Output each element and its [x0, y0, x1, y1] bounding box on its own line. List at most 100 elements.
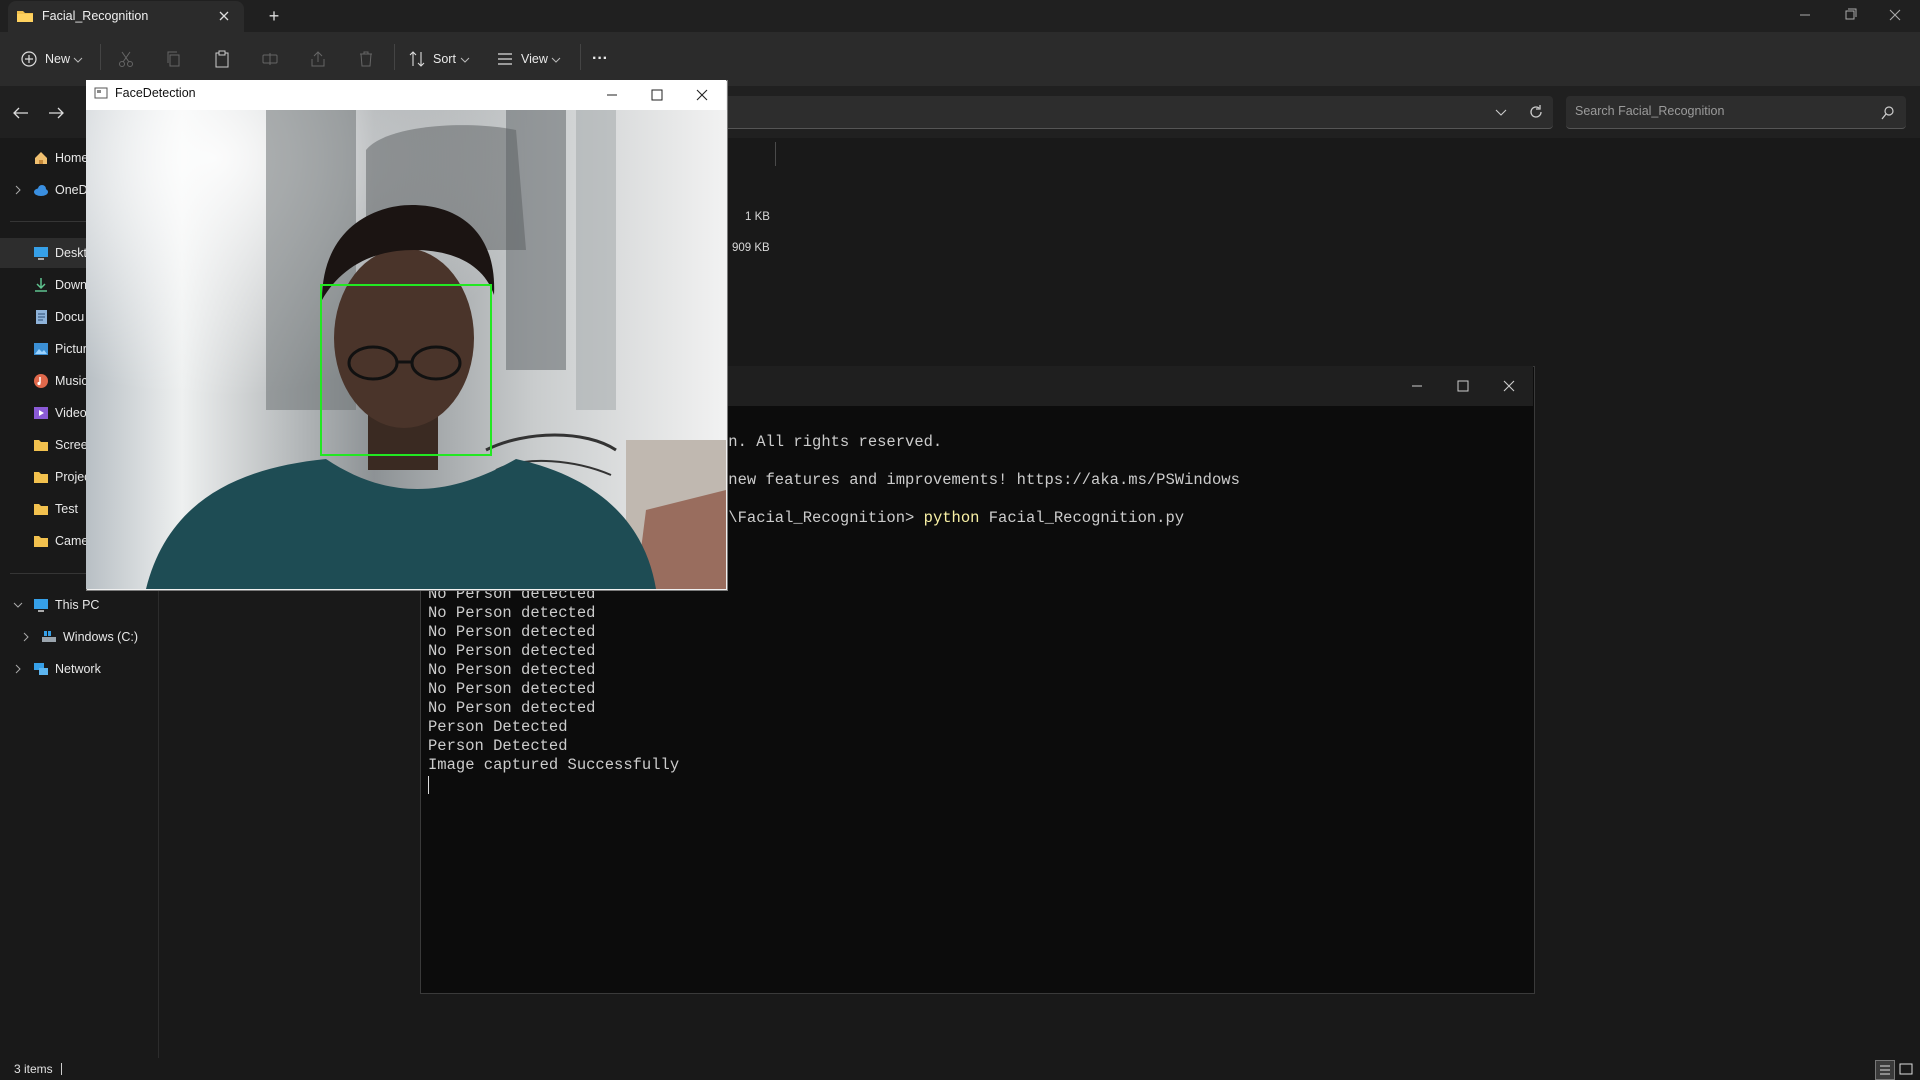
- chevron-down-icon: [459, 49, 479, 69]
- address-bar[interactable]: [720, 96, 1553, 129]
- text-cursor: [428, 776, 429, 794]
- folder-icon: [33, 501, 49, 517]
- search-placeholder: Search Facial_Recognition: [1575, 104, 1725, 118]
- terminal-output-line: No Person detected: [428, 699, 596, 717]
- sidebar-item-network[interactable]: Network: [0, 654, 158, 684]
- column-divider[interactable]: [775, 142, 776, 166]
- toolbar-divider: [394, 44, 395, 70]
- network-icon: [33, 661, 49, 677]
- terminal-line: new features and improvements! https://a…: [719, 471, 1240, 489]
- status-bar: [0, 1058, 1920, 1080]
- app-window-icon: [94, 86, 108, 100]
- terminal-line: on. All rights reserved.: [719, 433, 943, 451]
- status-divider: [61, 1063, 62, 1075]
- forward-arrow-icon[interactable]: [45, 103, 67, 123]
- item-count: 3 items: [14, 1062, 53, 1076]
- refresh-icon[interactable]: [1527, 103, 1545, 121]
- chevron-down-icon[interactable]: [1493, 104, 1509, 120]
- sidebar-item-label: This PC: [55, 598, 100, 612]
- sidebar-item-label: Pictur: [55, 342, 87, 356]
- close-icon[interactable]: [682, 82, 722, 108]
- cloud-icon: [33, 182, 49, 198]
- sidebar-item-label: Down: [55, 278, 87, 292]
- sidebar-item-label: Test: [55, 502, 78, 516]
- tab-title: Facial_Recognition: [42, 9, 149, 23]
- chevron-right-icon[interactable]: [20, 631, 32, 643]
- sidebar-item-label: Video: [55, 406, 87, 420]
- details-view-icon[interactable]: [1875, 1060, 1895, 1080]
- new-button[interactable]: New: [45, 48, 70, 70]
- file-size: 1 KB: [745, 211, 770, 223]
- maximize-icon[interactable]: [1440, 375, 1486, 397]
- sidebar-item-label: Network: [55, 662, 101, 676]
- sidebar-item-label: Docu: [55, 310, 85, 324]
- minimize-icon[interactable]: [1394, 375, 1440, 397]
- terminal-command-args: Facial_Recognition.py: [979, 509, 1185, 527]
- sort-icon: [407, 49, 427, 69]
- desktop-icon: [33, 245, 49, 261]
- paste-icon[interactable]: [212, 49, 232, 69]
- sidebar-item-label: Home: [55, 151, 89, 165]
- terminal-output-line: No Person detected: [428, 680, 596, 698]
- terminal-prompt-line: s\Facial_Recognition> python Facial_Reco…: [719, 509, 1184, 527]
- sidebar-item-windows-c[interactable]: Windows (C:): [0, 622, 158, 652]
- new-plus-icon: [19, 49, 39, 69]
- terminal-output-line: No Person detected: [428, 604, 596, 622]
- rename-icon[interactable]: [260, 49, 280, 69]
- command-bar: [0, 32, 1920, 86]
- chevron-right-icon[interactable]: [12, 663, 24, 675]
- terminal-command: python: [923, 509, 980, 527]
- chevron-right-icon[interactable]: [12, 184, 24, 196]
- share-icon[interactable]: [308, 49, 328, 69]
- minimize-icon[interactable]: [592, 82, 632, 108]
- pictures-icon: [33, 341, 49, 357]
- pc-icon: [33, 597, 49, 613]
- terminal-prompt: s\Facial_Recognition>: [719, 509, 924, 527]
- terminal-output-line: No Person detected: [428, 661, 596, 679]
- maximize-icon[interactable]: [637, 82, 677, 108]
- view-icon: [495, 49, 515, 69]
- terminal-output-line: Person Detected: [428, 718, 568, 736]
- document-icon: [33, 309, 49, 325]
- view-button[interactable]: View: [521, 48, 548, 70]
- close-icon[interactable]: [1486, 375, 1532, 397]
- file-size: 909 KB: [732, 242, 770, 254]
- terminal-output-line: Person Detected: [428, 737, 568, 755]
- search-icon[interactable]: [1880, 105, 1896, 121]
- delete-icon[interactable]: [356, 49, 376, 69]
- folder-icon: [33, 533, 49, 549]
- download-icon: [33, 277, 49, 293]
- toolbar-divider: [580, 44, 581, 70]
- toolbar-divider: [100, 44, 101, 70]
- terminal-output-line: Image captured Successfully: [428, 756, 680, 774]
- chevron-down-icon: [550, 49, 570, 69]
- more-options-button[interactable]: ···: [592, 48, 608, 70]
- copy-icon[interactable]: [164, 49, 184, 69]
- tab-close-icon[interactable]: [215, 7, 233, 25]
- sort-button[interactable]: Sort: [433, 48, 456, 70]
- chevron-down-icon[interactable]: [12, 599, 24, 611]
- sidebar-item-label: Windows (C:): [63, 630, 139, 644]
- home-icon: [33, 150, 49, 166]
- folder-icon: [16, 8, 34, 24]
- minimize-icon[interactable]: [1781, 0, 1827, 30]
- chevron-down-icon: [72, 49, 92, 69]
- folder-icon: [33, 469, 49, 485]
- sidebar-item-label: OneD: [55, 183, 88, 197]
- sidebar-item-label: Music: [55, 374, 88, 388]
- sidebar-item-label: Came: [55, 534, 89, 548]
- back-arrow-icon[interactable]: [10, 103, 32, 123]
- folder-icon: [33, 437, 49, 453]
- video-icon: [33, 405, 49, 421]
- close-icon[interactable]: [1872, 0, 1918, 30]
- new-tab-button[interactable]: +: [264, 6, 284, 26]
- restore-icon[interactable]: [1826, 0, 1872, 30]
- cut-icon[interactable]: [116, 49, 136, 69]
- terminal-output-line: No Person detected: [428, 623, 596, 641]
- sidebar-item-label: Deskt: [55, 246, 87, 260]
- face-detection-title: FaceDetection: [115, 86, 196, 100]
- sidebar-item-this-pc[interactable]: This PC: [0, 590, 158, 620]
- tiles-view-icon[interactable]: [1897, 1060, 1915, 1078]
- drive-icon: [41, 629, 57, 645]
- tab-strip: [0, 0, 1920, 32]
